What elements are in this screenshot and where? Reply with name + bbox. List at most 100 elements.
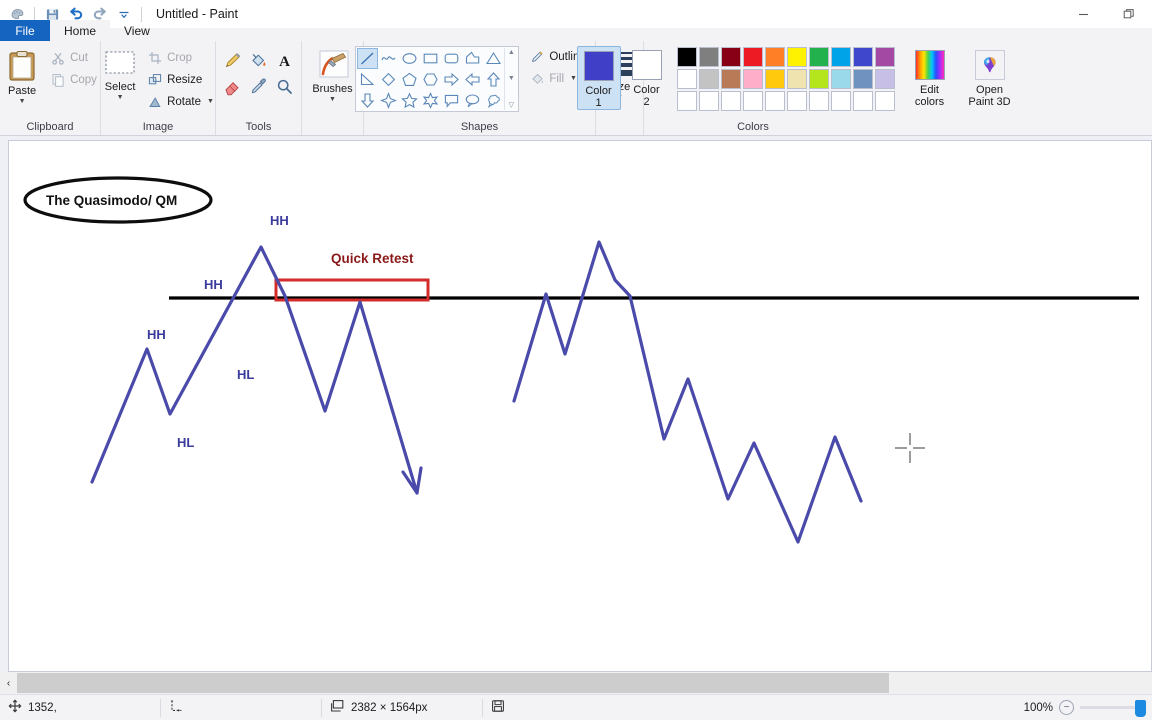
- palette-swatch-r3-c4[interactable]: [742, 91, 763, 111]
- palette-swatch-r1-c7[interactable]: [808, 47, 829, 67]
- palette-swatch-r2-c3[interactable]: [720, 69, 741, 89]
- color-2-button[interactable]: Color 2: [625, 46, 669, 108]
- shape-six-point-star[interactable]: [420, 90, 441, 111]
- drawing-canvas[interactable]: The Quasimodo/ QM Quick Retest HH HL HH …: [8, 140, 1152, 672]
- color-palette[interactable]: [676, 47, 896, 112]
- palette-swatch-r1-c3[interactable]: [720, 47, 741, 67]
- palette-swatch-r2-c8[interactable]: [830, 69, 851, 89]
- resize-label: Resize: [167, 73, 203, 86]
- palette-swatch-r2-c2[interactable]: [698, 69, 719, 89]
- magnifier-icon[interactable]: [272, 73, 298, 99]
- shape-rounded-rectangle[interactable]: [441, 48, 462, 69]
- image-size-value: 2382 × 1564px: [351, 701, 428, 714]
- shape-four-point-star[interactable]: [378, 90, 399, 111]
- cut-button[interactable]: Cut: [48, 47, 102, 68]
- shape-right-arrow[interactable]: [441, 69, 462, 90]
- palette-swatch-r3-c1[interactable]: [676, 91, 697, 111]
- palette-swatch-r3-c5[interactable]: [764, 91, 785, 111]
- brushes-button[interactable]: Brushes ▼: [306, 47, 360, 103]
- shape-up-arrow[interactable]: [483, 69, 504, 90]
- palette-swatch-r1-c9[interactable]: [852, 47, 873, 67]
- horizontal-scrollbar[interactable]: ‹: [0, 672, 1152, 694]
- scroll-left-arrow-icon[interactable]: ‹: [0, 672, 17, 694]
- palette-swatch-r3-c7[interactable]: [808, 91, 829, 111]
- tab-file[interactable]: File: [0, 20, 50, 41]
- palette-swatch-r3-c10[interactable]: [874, 91, 895, 111]
- paint-window: Untitled - Paint File Home View Paste ▼ …: [0, 0, 1152, 720]
- edit-colors-icon: [914, 50, 945, 80]
- palette-swatch-r3-c9[interactable]: [852, 91, 873, 111]
- shape-five-point-star[interactable]: [399, 90, 420, 111]
- copy-button[interactable]: Copy: [48, 69, 102, 90]
- rotate-button[interactable]: Rotate ▼: [145, 91, 219, 112]
- palette-swatch-r2-c6[interactable]: [786, 69, 807, 89]
- eraser-icon[interactable]: [220, 73, 246, 99]
- palette-swatch-r1-c1[interactable]: [676, 47, 697, 67]
- canvas-drawing: [23, 176, 1139, 544]
- brushes-dropdown-caret-icon[interactable]: ▼: [329, 96, 336, 103]
- paste-button[interactable]: Paste ▼: [0, 47, 46, 105]
- shapes-scroll-down-icon[interactable]: ▼: [508, 75, 515, 82]
- palette-swatch-r2-c7[interactable]: [808, 69, 829, 89]
- rotate-caret-icon[interactable]: ▼: [207, 98, 214, 105]
- shape-hexagon[interactable]: [420, 69, 441, 90]
- palette-swatch-r2-c1[interactable]: [676, 69, 697, 89]
- shape-oval-callout[interactable]: [462, 90, 483, 111]
- shape-cloud-callout[interactable]: [483, 90, 504, 111]
- shape-rectangle[interactable]: [420, 48, 441, 69]
- shape-line[interactable]: [357, 48, 379, 69]
- color-1-button[interactable]: Color 1: [576, 46, 621, 110]
- fill-with-color-icon[interactable]: [246, 47, 272, 73]
- shape-curve[interactable]: [378, 48, 399, 69]
- palette-swatch-r2-c5[interactable]: [764, 69, 785, 89]
- palette-swatch-r2-c4[interactable]: [742, 69, 763, 89]
- zoom-out-button[interactable]: −: [1059, 700, 1074, 715]
- open-paint-3d-button[interactable]: Open Paint 3D: [960, 46, 1020, 108]
- shape-down-arrow[interactable]: [357, 90, 378, 111]
- zoom-slider[interactable]: [1080, 699, 1146, 717]
- shapes-scroll-more-icon[interactable]: ▽: [509, 101, 514, 109]
- shape-oval[interactable]: [399, 48, 420, 69]
- tab-home[interactable]: Home: [50, 20, 111, 41]
- shape-triangle[interactable]: [483, 48, 504, 69]
- shape-left-arrow[interactable]: [462, 69, 483, 90]
- palette-swatch-r3-c2[interactable]: [698, 91, 719, 111]
- paste-dropdown-caret-icon[interactable]: ▼: [19, 98, 26, 105]
- resize-button[interactable]: Resize: [145, 69, 219, 90]
- zoom-slider-knob[interactable]: [1135, 699, 1146, 717]
- tab-view[interactable]: View: [110, 20, 164, 41]
- shape-pentagon[interactable]: [399, 69, 420, 90]
- save-size-icon: [491, 699, 505, 716]
- palette-swatch-r3-c3[interactable]: [720, 91, 741, 111]
- palette-swatch-r1-c4[interactable]: [742, 47, 763, 67]
- shape-polygon[interactable]: [462, 48, 483, 69]
- palette-swatch-r3-c8[interactable]: [830, 91, 851, 111]
- palette-swatch-r1-c8[interactable]: [830, 47, 851, 67]
- palette-swatch-r3-c6[interactable]: [786, 91, 807, 111]
- ribbon-group-clipboard: Paste ▼ Cut Copy Clipboard: [0, 41, 100, 135]
- image-group-label: Image: [142, 121, 174, 133]
- pencil-icon[interactable]: [220, 47, 246, 73]
- palette-swatch-r1-c2[interactable]: [698, 47, 719, 67]
- shapes-scroll-up-icon[interactable]: ▲: [508, 49, 515, 56]
- palette-swatch-r1-c5[interactable]: [764, 47, 785, 67]
- palette-swatch-r2-c10[interactable]: [874, 69, 895, 89]
- ribbon-group-image: Select ▼ Crop Resize Rotate ▼ Image: [100, 41, 215, 135]
- palette-swatch-r2-c9[interactable]: [852, 69, 873, 89]
- hscroll-track[interactable]: [17, 672, 1152, 694]
- shape-right-triangle[interactable]: [357, 69, 378, 90]
- ribbon-group-shapes: ▲ ▼ ▽ Outline ▼: [355, 41, 599, 135]
- shapes-scrollbar[interactable]: ▲ ▼ ▽: [504, 48, 517, 110]
- shape-rounded-callout[interactable]: [441, 90, 462, 111]
- palette-swatch-r1-c10[interactable]: [874, 47, 895, 67]
- hscroll-thumb[interactable]: [17, 673, 889, 693]
- copy-label: Copy: [70, 73, 97, 86]
- color-picker-icon[interactable]: [246, 73, 272, 99]
- palette-swatch-r1-c6[interactable]: [786, 47, 807, 67]
- shape-diamond[interactable]: [378, 69, 399, 90]
- text-icon[interactable]: A: [272, 47, 298, 73]
- select-dropdown-caret-icon[interactable]: ▼: [117, 94, 124, 101]
- select-button[interactable]: Select ▼: [97, 47, 143, 101]
- crop-button[interactable]: Crop: [145, 47, 219, 68]
- edit-colors-button[interactable]: Edit colors: [906, 46, 954, 108]
